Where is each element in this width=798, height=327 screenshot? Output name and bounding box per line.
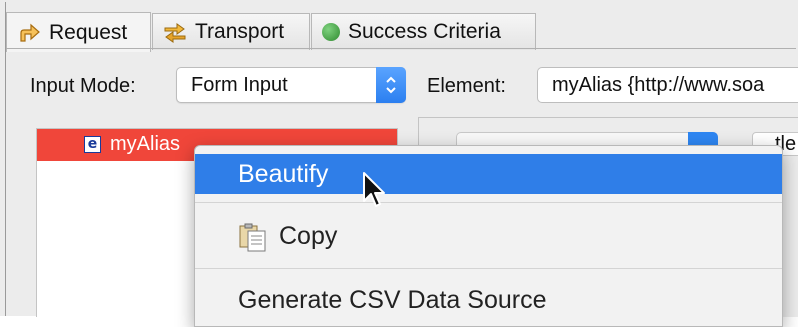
input-mode-select[interactable]: Form Input [176, 67, 406, 103]
tab-transport[interactable]: Transport [152, 13, 310, 50]
menu-separator [195, 202, 782, 203]
tab-success-criteria[interactable]: Success Criteria [311, 13, 536, 50]
menu-item-copy-label: Copy [279, 222, 338, 250]
input-mode-label: Input Mode: [30, 75, 136, 97]
copy-clipboard-icon [237, 222, 269, 252]
element-field[interactable]: myAlias {http://www.soa [537, 67, 798, 103]
green-dot-icon [322, 23, 340, 41]
tab-request-label: Request [49, 20, 128, 44]
tab-bar: Request Transport Success Criteria [6, 8, 796, 52]
menu-item-beautify-label: Beautify [238, 160, 329, 188]
tab-divider [6, 48, 796, 49]
element-icon: e [84, 136, 101, 153]
mouse-pointer-icon [362, 171, 388, 211]
menu-item-generate-csv-label: Generate CSV Data Source [238, 286, 547, 314]
menu-separator [195, 268, 782, 269]
input-mode-value: Form Input [191, 73, 288, 96]
tab-transport-label: Transport [195, 20, 285, 43]
menu-item-copy[interactable]: Copy [195, 216, 782, 256]
chevron-updown-icon[interactable] [376, 67, 406, 103]
element-value: myAlias {http://www.soa [552, 73, 765, 96]
context-menu: Beautify Copy Generate CSV Data Source [194, 145, 783, 327]
tab-success-criteria-label: Success Criteria [348, 20, 501, 43]
menu-item-generate-csv[interactable]: Generate CSV Data Source [195, 280, 782, 320]
menu-item-beautify[interactable]: Beautify [195, 154, 782, 194]
tab-request[interactable]: Request [6, 12, 151, 52]
transport-arrows-icon [163, 20, 187, 44]
tree-item-label: myAlias [110, 133, 181, 155]
arrow-up-icon [17, 21, 41, 45]
element-label: Element: [427, 75, 506, 97]
